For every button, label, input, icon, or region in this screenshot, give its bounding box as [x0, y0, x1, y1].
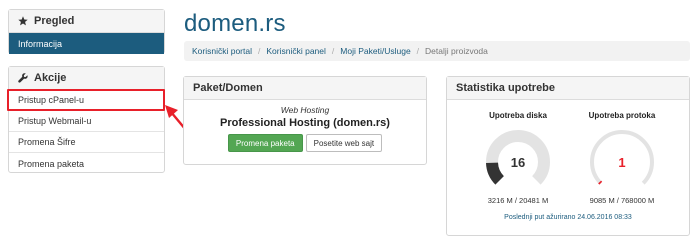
sidebar-item-label: Promena Šifre	[18, 137, 76, 147]
breadcrumb-link-client-panel[interactable]: Korisnički panel	[266, 46, 326, 56]
breadcrumb-separator: /	[258, 46, 261, 56]
disk-usage-gauge: 16	[486, 130, 550, 185]
sidebar-item-change-package[interactable]: Promena paketa	[9, 153, 164, 174]
sidebar-item-label: Pristup Webmail-u	[18, 116, 92, 126]
stats-panel-title: Statistika upotrebe	[456, 82, 556, 94]
breadcrumb-separator: /	[331, 46, 335, 56]
breadcrumb-current: Detalji proizvoda	[425, 46, 488, 56]
bandwidth-usage-gauge: 1	[590, 130, 654, 185]
stats-panel-header: Statistika upotrebe	[447, 77, 689, 100]
breadcrumb-separator: /	[416, 46, 420, 56]
actions-panel-header: Akcije	[9, 67, 164, 90]
sidebar-item-label: Informacija	[18, 38, 63, 49]
disk-gauge-fill	[486, 162, 505, 185]
overview-panel-title: Pregled	[34, 15, 75, 27]
page-title: domen.rs	[184, 10, 286, 37]
actions-panel-title: Akcije	[34, 72, 67, 84]
sidebar-item-change-password[interactable]: Promena Šifre	[9, 132, 164, 153]
disk-usage-value: 16	[511, 155, 525, 170]
visit-website-button[interactable]: Posetite web sajt	[305, 134, 383, 152]
wrench-icon	[18, 73, 28, 83]
overview-panel-header: Pregled	[9, 10, 164, 33]
bandwidth-usage-value: 1	[618, 155, 625, 170]
disk-usage-amount: 3216 M / 20481 M	[487, 196, 549, 205]
breadcrumb-link-client-portal[interactable]: Korisnički portal	[192, 46, 252, 56]
disk-usage-label: Upotreba diska	[489, 111, 547, 120]
highlight-box	[7, 89, 165, 111]
package-type: Web Hosting	[280, 105, 330, 115]
breadcrumb: Korisnički portal / Korisnički panel / M…	[184, 41, 690, 61]
sidebar-item-webmail-access[interactable]: Pristup Webmail-u	[9, 111, 164, 132]
package-actions: Promena paketa Posetite web sajt	[184, 134, 426, 152]
sidebar-item-label: Promena paketa	[18, 158, 85, 169]
package-panel-title: Paket/Domen	[193, 82, 263, 94]
bandwidth-gauge-fill	[598, 180, 603, 185]
stats-panel: Statistika upotrebe Upotreba diska 16 32…	[446, 76, 690, 236]
star-icon	[18, 16, 28, 26]
breadcrumb-link-my-packages[interactable]: Moji Paketi/Usluge	[340, 46, 410, 56]
last-updated-text: Poslednji put ažurirano 24.06.2016 08:33	[504, 214, 632, 221]
overview-panel: Pregled Informacija	[8, 9, 165, 54]
package-name: Professional Hosting (domen.rs)	[220, 117, 390, 129]
package-panel: Paket/Domen Web Hosting Professional Hos…	[183, 76, 427, 165]
sidebar-item-information[interactable]: Informacija	[9, 33, 164, 54]
actions-panel: Akcije Pristup cPanel-u Pristup Webmail-…	[8, 66, 165, 173]
change-package-button[interactable]: Promena paketa	[227, 134, 303, 152]
bandwidth-usage-amount: 9085 M / 768000 M	[589, 196, 655, 205]
bandwidth-usage-label: Upotreba protoka	[588, 111, 656, 120]
package-panel-header: Paket/Domen	[184, 77, 426, 100]
